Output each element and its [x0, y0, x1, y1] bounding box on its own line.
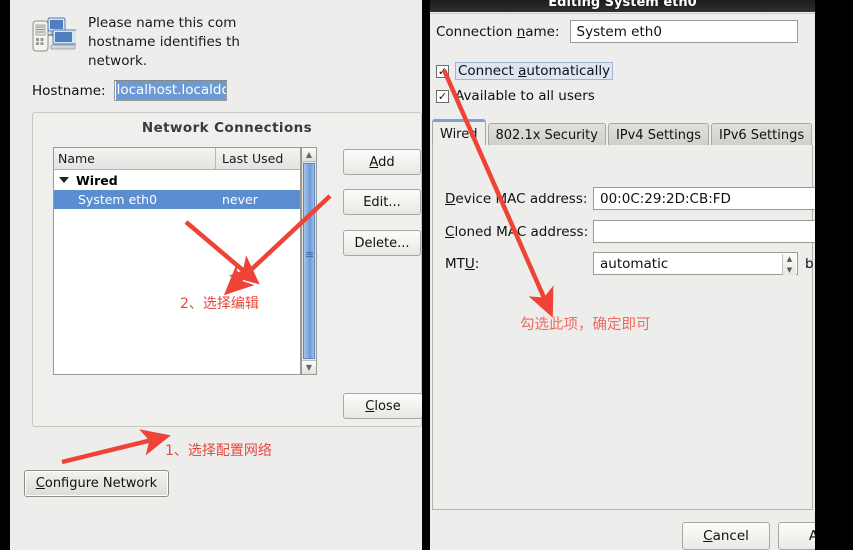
panel-gap-black-border [422, 0, 430, 550]
configure-network-button[interactable]: Configure Network [24, 470, 169, 497]
dialog-button-bar: Cancel App [430, 518, 815, 550]
connections-list[interactable]: Name Last Used Wired System eth0 never [53, 147, 301, 375]
editing-connection-dialog: Editing System eth0 Connection name: Sys… [430, 0, 815, 550]
group-label: Wired [76, 172, 118, 188]
annotation-step2: 2、选择编辑 [180, 296, 259, 312]
mtu-value: automatic [600, 255, 669, 272]
tab-ipv6-settings[interactable]: IPv6 Settings [711, 123, 813, 146]
cloned-mac-input[interactable] [593, 220, 815, 243]
cancel-button[interactable]: Cancel [682, 522, 770, 550]
screenshot-root: Please name this com hostname identifies… [0, 0, 853, 550]
connection-name-input[interactable]: System eth0 [569, 20, 798, 43]
available-all-users-label: Available to all users [455, 88, 595, 104]
network-connections-frame: Network Connections Name Last Used Wired… [32, 112, 422, 427]
hostname-row: Hostname: localhost.localdoma [32, 80, 227, 101]
table-row[interactable]: System eth0 never [54, 190, 300, 209]
checkbox-checked-icon[interactable]: ✓ [436, 64, 449, 78]
connections-list-scrollbar[interactable]: ▲ ▼ [301, 147, 317, 375]
delete-button[interactable]: Delete... [343, 230, 421, 256]
tab-8021x-security[interactable]: 802.1x Security [487, 123, 606, 146]
list-header: Name Last Used [54, 148, 300, 170]
cloned-mac-label: Cloned MAC address: [445, 223, 589, 240]
mtu-row: MTU: automatic ▲ ▼ b [445, 252, 814, 275]
add-button[interactable]: Add [343, 149, 421, 175]
intro-line-1: Please name this com [88, 15, 237, 31]
scrollbar-grip-icon [306, 252, 313, 257]
tab-wired[interactable]: Wired [432, 119, 486, 146]
mtu-spinner[interactable]: ▲ ▼ [782, 254, 796, 275]
spinner-down-icon[interactable]: ▼ [787, 266, 792, 274]
device-mac-row: Device MAC address: 00:0C:29:2D:CB:FD [445, 187, 815, 210]
computers-network-icon [32, 16, 79, 62]
connect-automatically-label: Connect automatically [455, 62, 614, 80]
hostname-label: Hostname: [32, 82, 106, 99]
annotation-step3: 勾选此项，确定即可 [520, 317, 651, 333]
intro-line-3: network. [88, 53, 148, 69]
annotation-step1: 1、选择配置网络 [165, 443, 272, 459]
dialog-title: Editing System eth0 [430, 0, 815, 12]
intro-block: Please name this com hostname identifies… [32, 12, 402, 71]
mtu-input[interactable]: automatic ▲ ▼ [593, 252, 798, 275]
group-row-wired[interactable]: Wired [54, 170, 300, 190]
connection-last-used: never [222, 192, 258, 207]
tab-ipv4-settings[interactable]: IPv4 Settings [607, 123, 710, 146]
settings-tabs: Wired 802.1x Security IPv4 Settings IPv6… [432, 119, 815, 146]
scroll-up-arrow-icon[interactable]: ▲ [302, 148, 316, 162]
cloned-mac-row: Cloned MAC address: [445, 220, 815, 243]
intro-text: Please name this com hostname identifies… [88, 12, 240, 71]
hostname-input-value: localhost.localdoma [115, 81, 226, 100]
apply-button[interactable]: App [778, 522, 815, 550]
mtu-unit-label: b [805, 255, 814, 272]
right-black-border [815, 0, 853, 550]
connect-automatically-row[interactable]: ✓ Connect automatically [436, 62, 614, 80]
left-black-border [0, 0, 10, 550]
device-mac-input[interactable]: 00:0C:29:2D:CB:FD [593, 187, 815, 210]
checkbox-checked-icon[interactable]: ✓ [436, 89, 449, 103]
intro-line-2: hostname identifies th [88, 34, 240, 50]
connection-name: System eth0 [78, 192, 158, 207]
scroll-down-arrow-icon[interactable]: ▼ [302, 360, 316, 374]
network-connections-title: Network Connections [141, 120, 313, 136]
dialog-body: Connection name: System eth0 ✓ Connect a… [430, 13, 815, 550]
close-button[interactable]: Close [343, 393, 422, 419]
connection-name-row: Connection name: System eth0 [436, 20, 798, 43]
column-header-last-used[interactable]: Last Used [216, 151, 300, 166]
connection-name-label: Connection name: [436, 23, 560, 40]
spinner-up-icon[interactable]: ▲ [787, 255, 792, 263]
mtu-label: MTU: [445, 255, 480, 272]
add-button-rest: dd [378, 154, 395, 170]
hostname-installer-panel: Please name this com hostname identifies… [10, 0, 422, 550]
edit-button[interactable]: Edit... [343, 189, 421, 215]
column-header-name[interactable]: Name [54, 151, 215, 166]
hostname-input[interactable]: localhost.localdoma [113, 80, 227, 101]
device-mac-label: Device MAC address: [445, 190, 588, 207]
available-all-users-row[interactable]: ✓ Available to all users [436, 88, 595, 104]
expander-triangle-icon[interactable] [59, 177, 69, 183]
scrollbar-thumb[interactable] [303, 163, 315, 359]
